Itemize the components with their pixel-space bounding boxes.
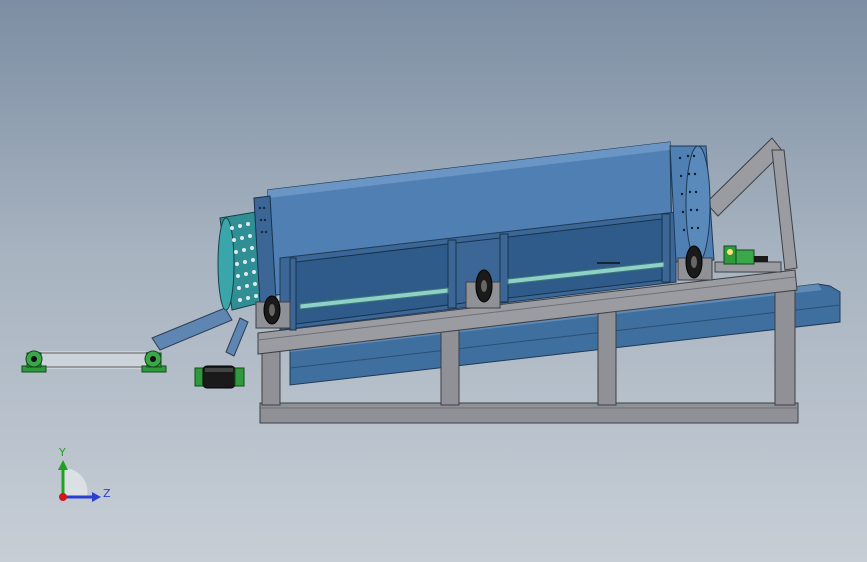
trommel-outlet-flange xyxy=(669,145,715,263)
trommel-screen-left xyxy=(217,195,277,311)
small-roller xyxy=(194,365,245,389)
drive-motor xyxy=(714,245,782,273)
discharge-chute xyxy=(151,307,249,357)
axis-label-z: Z xyxy=(103,487,111,500)
small-belt-conveyor xyxy=(21,350,167,373)
triad-origin xyxy=(59,493,67,501)
cad-viewport[interactable]: Y Z xyxy=(0,0,867,562)
coordinate-triad: Y Z xyxy=(58,446,111,502)
axis-label-y: Y xyxy=(58,446,66,459)
